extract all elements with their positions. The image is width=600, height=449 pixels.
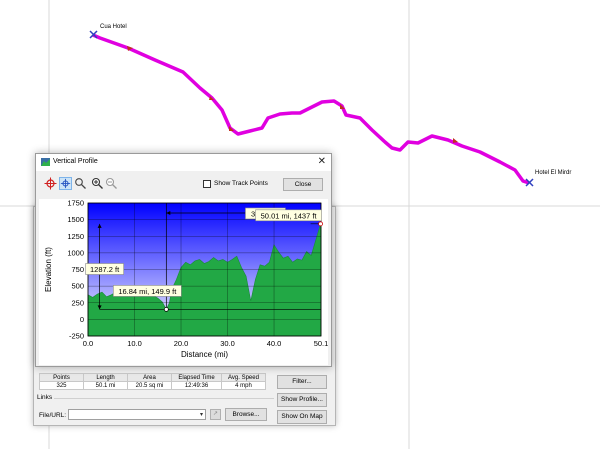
close-icon[interactable]: ✕ [318, 156, 326, 168]
start-waypoint-label: Cua Hotel [100, 24, 127, 30]
dialog-titlebar[interactable]: Vertical Profile ✕ [36, 154, 331, 171]
y-tick-label: 1250 [67, 232, 84, 241]
x-tick-label: 0.0 [83, 339, 93, 348]
crosshair-icon[interactable] [59, 177, 72, 190]
y-tick-label: 1500 [67, 215, 84, 224]
x-tick-label: 10.0 [127, 339, 142, 348]
stats-header-cell: Elapsed Time [171, 373, 222, 382]
high-point-marker[interactable] [318, 221, 323, 227]
elevation-profile-chart[interactable]: 1750 1500 1250 1000 750 500 250 0 -2500.0 10.0 20.… [39, 199, 328, 365]
stats-value-cell: 50.1 mi [83, 381, 128, 390]
vertical-profile-dialog: Vertical Profile ✕ Show Track Points Clo… [35, 153, 332, 367]
filter-button[interactable]: Filter... [277, 375, 327, 389]
chevron-down-icon: ▾ [199, 412, 203, 418]
x-tick-label: 30.0 [220, 339, 235, 348]
y-tick-label: 1000 [67, 248, 84, 257]
y-axis-label: Elevation (ft) [44, 247, 53, 292]
stats-header-cell: Points [39, 373, 84, 382]
add-point-icon[interactable] [44, 177, 57, 190]
show-profile-button[interactable]: Show Profile... [277, 393, 327, 407]
file-url-label: File/URL: [39, 412, 67, 419]
stats-value-cell: 12:49:36 [171, 381, 222, 390]
x-tick-label: 40.0 [267, 339, 282, 348]
low-point-label: 16.84 mi, 149.9 ft [118, 287, 177, 296]
open-link-button[interactable]: ↗ [210, 409, 221, 420]
low-point-marker[interactable] [163, 307, 169, 312]
profile-app-icon [41, 158, 50, 166]
file-url-dropdown[interactable]: ▾ [68, 409, 206, 420]
x-axis-label: Distance (mi) [181, 350, 228, 359]
track-arrows [127, 46, 458, 143]
show-on-map-button[interactable]: Show On Map [277, 410, 327, 424]
dialog-title: Vertical Profile [53, 158, 98, 165]
track-stats-table: Points Length Area Elapsed Time Avg. Spe… [39, 373, 266, 390]
y-tick-label: 500 [71, 282, 84, 291]
stats-header-cell: Avg. Speed [221, 373, 266, 382]
end-waypoint-label: Hotel El Mirdr [535, 170, 572, 176]
x-tick-label: 20.0 [174, 339, 189, 348]
x-tick-label: 50.1 [314, 339, 328, 348]
close-button[interactable]: Close [283, 178, 323, 191]
browse-button[interactable]: Browse... [225, 408, 267, 421]
high-point-label: 50.01 mi, 1437 ft [261, 211, 318, 220]
stats-header-cell: Length [83, 373, 128, 382]
elevation-gain-label: 1287.2 ft [90, 265, 120, 274]
y-tick-label: 750 [71, 265, 84, 274]
stats-header-cell: Area [127, 373, 172, 382]
y-tick-label: -250 [69, 332, 84, 341]
stats-header-row: Points Length Area Elapsed Time Avg. Spe… [39, 373, 266, 382]
show-track-points-label[interactable]: Show Track Points [214, 180, 268, 187]
stats-value-row: 325 50.1 mi 20.5 sq mi 12:49:36 4 mph [39, 381, 266, 390]
zoom-out-icon[interactable] [105, 177, 118, 190]
stats-value-cell: 20.5 sq mi [127, 381, 172, 390]
y-tick-label: 1750 [67, 199, 84, 208]
links-group: Links File/URL: ▾ ↗ Browse... [37, 394, 274, 424]
y-tick-label: 250 [71, 298, 84, 307]
select-zoom-icon[interactable] [74, 177, 87, 190]
zoom-in-icon[interactable] [91, 177, 104, 190]
show-track-points-checkbox[interactable] [203, 180, 211, 188]
links-group-title: Links [37, 394, 55, 401]
y-tick-label: 0 [80, 315, 84, 324]
stats-value-cell: 325 [39, 381, 84, 390]
stats-value-cell: 4 mph [221, 381, 266, 390]
